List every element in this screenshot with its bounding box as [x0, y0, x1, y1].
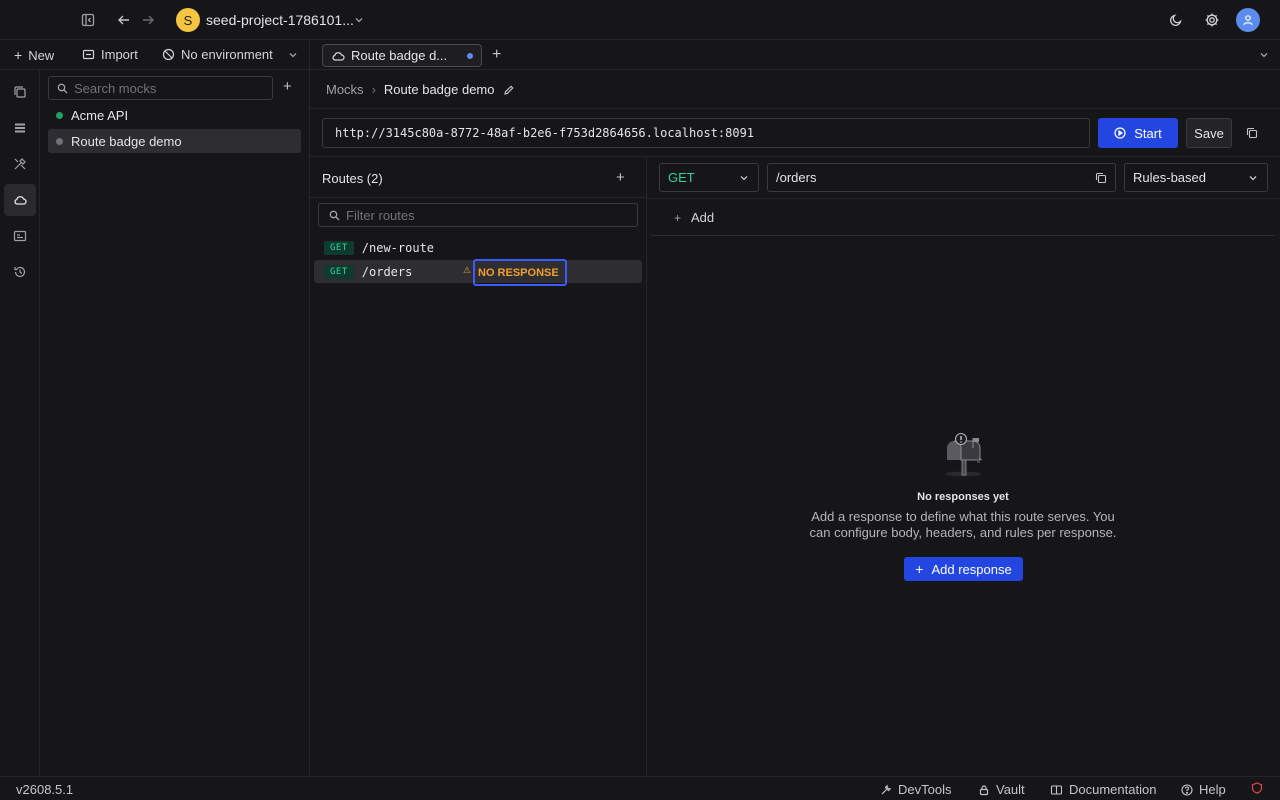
status-dot-stopped: [56, 137, 63, 145]
console-icon[interactable]: [4, 220, 36, 252]
toggle-sidebar-icon[interactable]: [78, 10, 98, 30]
toolbar: + New Import No environment: [0, 40, 310, 70]
breadcrumb: Mocks › Route badge demo: [326, 82, 515, 97]
import-button[interactable]: Import: [82, 47, 138, 62]
search-icon: [329, 210, 340, 220]
project-name[interactable]: seed-project-1786101...: [206, 12, 354, 28]
plus-icon: +: [616, 169, 625, 186]
route-path: /orders: [361, 264, 413, 279]
chevron-down-icon: [289, 52, 297, 57]
search-icon: [57, 83, 68, 93]
database-icon[interactable]: [4, 112, 36, 144]
environment-selector[interactable]: No environment: [162, 47, 299, 62]
project-avatar[interactable]: S: [176, 8, 200, 32]
mock-item-route-badge-demo[interactable]: Route badge demo: [48, 129, 301, 153]
route-path-input[interactable]: /orders: [767, 163, 1116, 192]
chevron-down-icon: [740, 175, 748, 180]
route-item-orders[interactable]: GET /orders ⚠ NO RESPONSE: [314, 259, 642, 286]
divider: [310, 108, 1280, 109]
gear-icon[interactable]: [1202, 10, 1222, 30]
back-arrow-icon[interactable]: [114, 10, 134, 30]
breadcrumb-current: Route badge demo: [383, 82, 495, 97]
pencil-icon[interactable]: [503, 84, 515, 96]
add-route-button[interactable]: +: [616, 169, 625, 186]
help-circle-icon: [1181, 783, 1193, 796]
save-button[interactable]: Save: [1186, 118, 1232, 148]
tab-route-badge-demo[interactable]: Route badge d...: [322, 44, 482, 67]
vault-button[interactable]: Vault: [978, 782, 1025, 797]
book-icon: [1050, 784, 1063, 795]
no-environment-icon: [162, 48, 175, 61]
add-response-tab-button[interactable]: + Add: [674, 210, 714, 225]
plus-icon: +: [492, 46, 502, 63]
warning-icon: ⚠: [463, 265, 472, 275]
cloud-icon: [332, 51, 345, 61]
status-bar: v2608.5.1 DevTools Vault Documentation H…: [0, 776, 1280, 800]
history-icon[interactable]: [4, 256, 36, 288]
forward-arrow-icon[interactable]: [138, 10, 158, 30]
breadcrumb-root[interactable]: Mocks: [326, 82, 364, 97]
chevron-down-icon[interactable]: [349, 10, 369, 30]
documentation-button[interactable]: Documentation: [1050, 782, 1156, 797]
plus-icon: +: [283, 78, 292, 95]
method-badge: GET: [324, 264, 354, 279]
shield-alert-icon[interactable]: [1251, 782, 1263, 794]
wrench-icon: [881, 784, 892, 794]
tabs-overflow-chevron-icon[interactable]: [1254, 45, 1274, 65]
collections-icon[interactable]: [4, 76, 36, 108]
unsaved-indicator: [467, 52, 473, 59]
search-mocks-field[interactable]: [48, 76, 273, 100]
activity-bar: [0, 70, 40, 776]
new-tab-button[interactable]: +: [492, 46, 501, 64]
search-mocks-input[interactable]: [74, 80, 254, 96]
divider: [647, 198, 1280, 199]
server-url-field[interactable]: http://3145c80a-8772-48af-b2e6-f753d2864…: [322, 118, 1090, 148]
tools-icon[interactable]: [4, 148, 36, 180]
play-circle-icon: [1114, 127, 1126, 139]
mocks-sidebar: + Acme API Route badge demo: [40, 70, 310, 776]
divider: [310, 197, 647, 198]
mocks-cloud-icon[interactable]: [4, 184, 36, 216]
copy-icon[interactable]: [1242, 123, 1262, 143]
plus-icon: +: [14, 47, 23, 63]
chevron-down-icon: [1249, 175, 1257, 180]
response-mode-select[interactable]: Rules-based: [1124, 163, 1268, 192]
mock-item-acme-api[interactable]: Acme API: [48, 103, 301, 127]
breadcrumb-separator: ›: [371, 82, 376, 97]
tab-bar: Route badge d... +: [310, 40, 1280, 70]
routes-title: Routes (2): [322, 171, 383, 186]
status-dot-running: [56, 111, 63, 119]
moon-icon[interactable]: [1166, 10, 1186, 30]
add-response-button[interactable]: + Add response: [904, 557, 1023, 581]
route-item-new-route[interactable]: GET /new-route: [314, 236, 642, 259]
copy-icon[interactable]: [1095, 172, 1107, 184]
route-path: /new-route: [361, 240, 435, 255]
import-icon: [82, 49, 95, 60]
empty-state-description: Add a response to define what this route…: [809, 509, 1117, 540]
title-bar: S seed-project-1786101...: [0, 0, 1280, 40]
add-mock-button[interactable]: +: [283, 78, 292, 95]
lock-icon: [979, 784, 989, 795]
empty-state-title: No responses yet: [917, 491, 1009, 503]
filter-routes-input[interactable]: [346, 207, 626, 223]
plus-icon: +: [915, 561, 924, 577]
mailbox-empty-icon: [937, 430, 989, 480]
routes-panel: Routes (2) + GET /new-route GET /orders …: [310, 157, 647, 776]
filter-routes-field[interactable]: [318, 203, 638, 227]
method-badge: GET: [324, 240, 354, 255]
divider: [651, 235, 1275, 236]
method-select[interactable]: GET: [659, 163, 759, 192]
help-button[interactable]: Help: [1181, 782, 1226, 797]
user-icon: [1243, 15, 1253, 26]
devtools-button[interactable]: DevTools: [880, 782, 951, 797]
app-version: v2608.5.1: [16, 782, 74, 797]
no-response-badge: NO RESPONSE: [473, 259, 567, 286]
new-button[interactable]: + New: [14, 47, 54, 63]
user-avatar[interactable]: [1236, 8, 1260, 32]
start-button[interactable]: Start: [1098, 118, 1178, 148]
plus-icon: +: [674, 210, 682, 225]
